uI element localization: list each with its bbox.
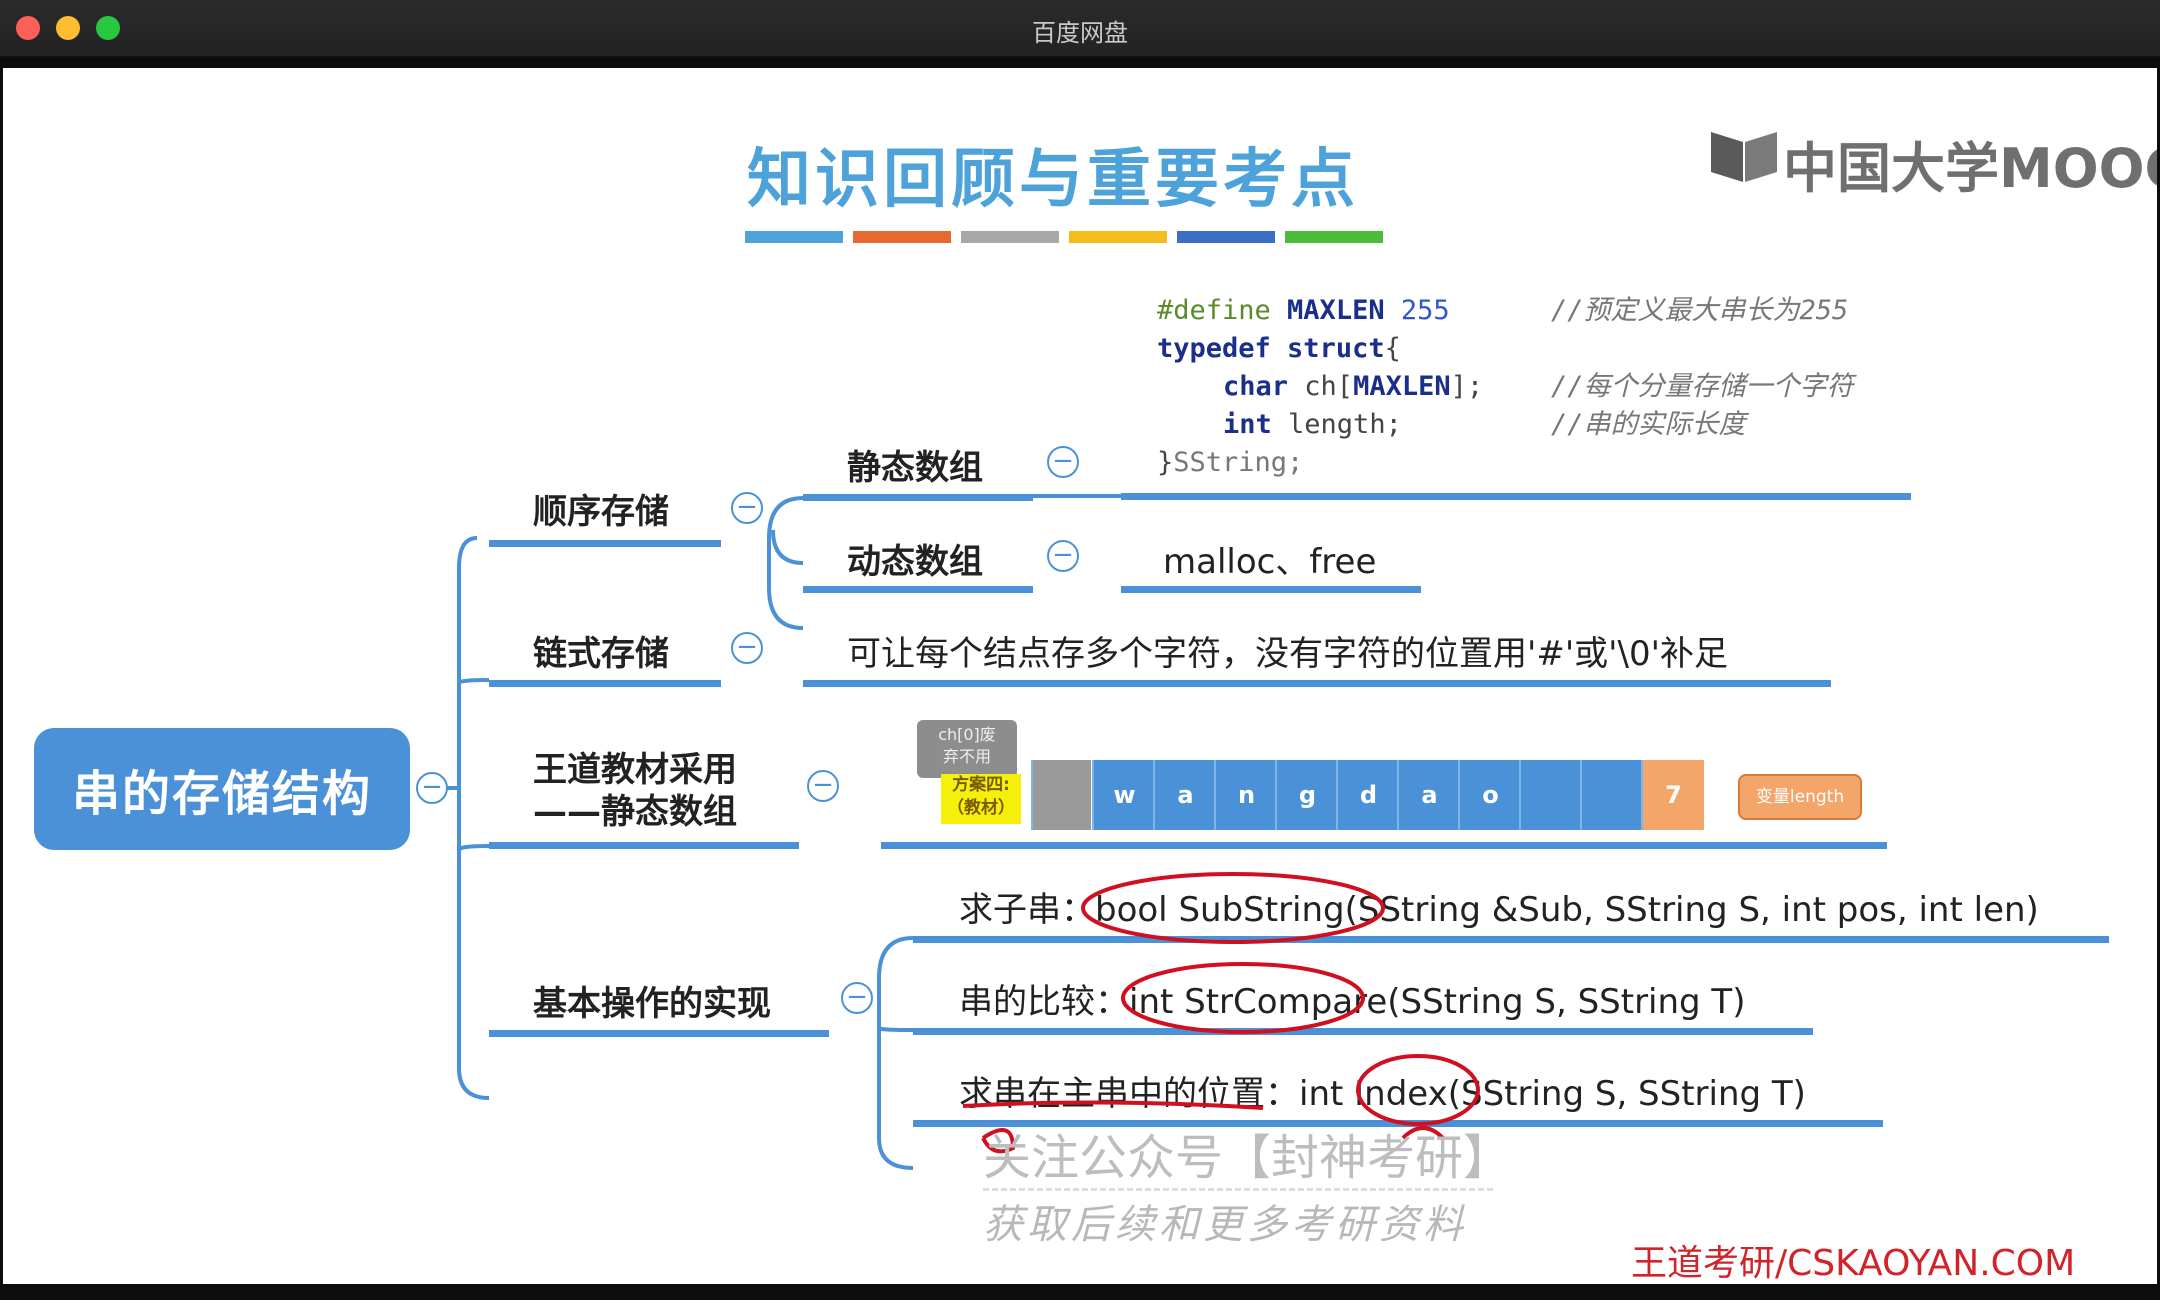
window-title: 百度网盘 — [1032, 19, 1128, 47]
slide-canvas: 知识回顾与重要考点 中国大学MOOC 串的存储结构 − 顺序存储 − 静态数组 … — [3, 68, 2157, 1284]
brand-text: 王道考研/CSKAOYAN.COM — [1631, 1243, 2076, 1284]
watermark-line2: 获取后续和更多考研资料 — [983, 1202, 1467, 1248]
window-bottom-edge — [0, 1284, 2160, 1300]
window-titlebar: 百度网盘 — [0, 0, 2160, 57]
watermark-divider — [983, 1188, 1493, 1191]
red-annotations — [962, 872, 1480, 1154]
watermark-line1: 关注公众号【封神考研】 — [983, 1130, 1512, 1186]
